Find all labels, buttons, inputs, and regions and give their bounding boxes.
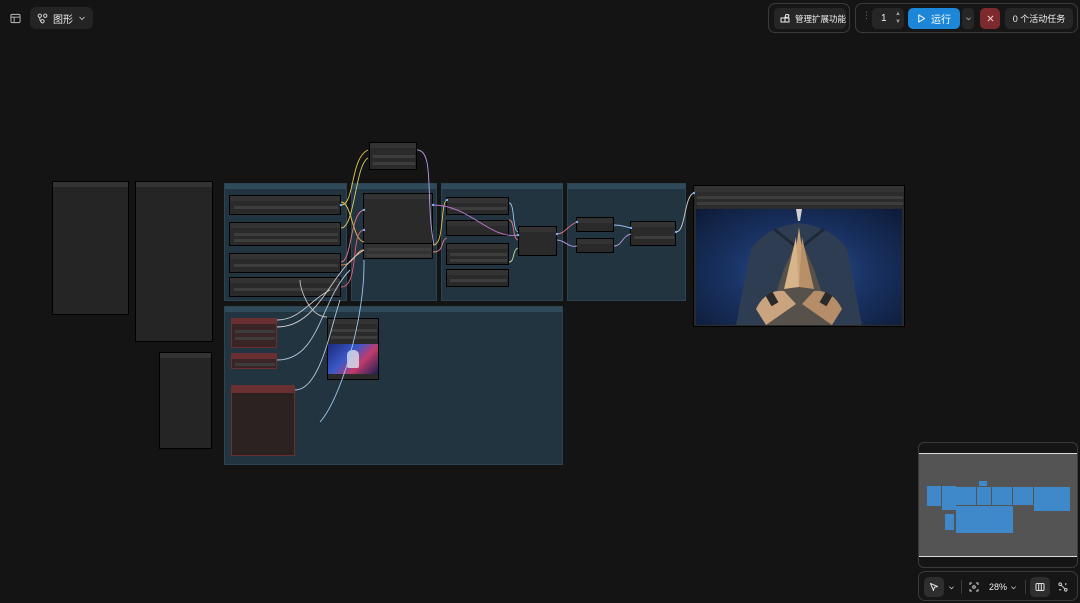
fit-view-icon [969, 582, 979, 592]
close-icon [987, 15, 993, 22]
graph-tab[interactable]: 图形 [30, 7, 93, 29]
pointer-icon [930, 583, 938, 591]
zoom-level-value: 28% [988, 582, 1007, 592]
minimap-viewport[interactable] [919, 453, 1077, 556]
run-panel: ⋮⋮ 1 ▲▼ 运行 0 个活动任务 [855, 3, 1078, 33]
chevron-down-icon [948, 585, 954, 589]
graph-tab-label: 图形 [53, 14, 73, 26]
mode-dropdown[interactable] [945, 577, 957, 597]
run-options-dropdown[interactable] [962, 8, 974, 29]
chevron-down-icon [965, 17, 971, 21]
manage-extensions-label: 管理扩展功能 [795, 13, 847, 24]
workflow-icon [37, 13, 48, 23]
active-tasks-button[interactable]: 0 个活动任务 [1005, 8, 1073, 29]
minimap[interactable] [918, 442, 1078, 568]
extensions-icon [780, 13, 790, 22]
active-tasks-label: 0 个活动任务 [1012, 14, 1066, 24]
stop-button[interactable] [980, 8, 1000, 29]
minimap-icon [1035, 583, 1045, 591]
left-toolbar: 图形 [4, 6, 93, 30]
run-label: 运行 [931, 15, 951, 26]
chevron-down-icon [79, 16, 85, 21]
toggle-links-button[interactable] [1053, 577, 1073, 597]
queue-count-value: 1 [881, 13, 887, 24]
toggle-panel-button[interactable] [4, 7, 26, 29]
run-button[interactable]: 运行 [908, 8, 960, 29]
stepper-arrows[interactable]: ▲ ▼ [895, 10, 901, 26]
toggle-minimap-button[interactable] [1030, 577, 1050, 597]
canvas-toolbar: 28% [918, 571, 1078, 601]
queue-count-stepper[interactable]: 1 ▲ ▼ [872, 8, 904, 29]
extensions-panel: 管理扩展功能 [768, 3, 850, 33]
zoom-level-dropdown[interactable]: 28% [985, 577, 1021, 597]
fit-view-button[interactable] [965, 577, 983, 597]
link-icon [1058, 582, 1068, 592]
chevron-down-icon [1011, 585, 1016, 589]
manage-extensions-button[interactable]: 管理扩展功能 [774, 8, 846, 29]
select-mode-button[interactable] [924, 577, 944, 597]
panel-icon [9, 13, 21, 23]
play-icon [918, 14, 926, 23]
